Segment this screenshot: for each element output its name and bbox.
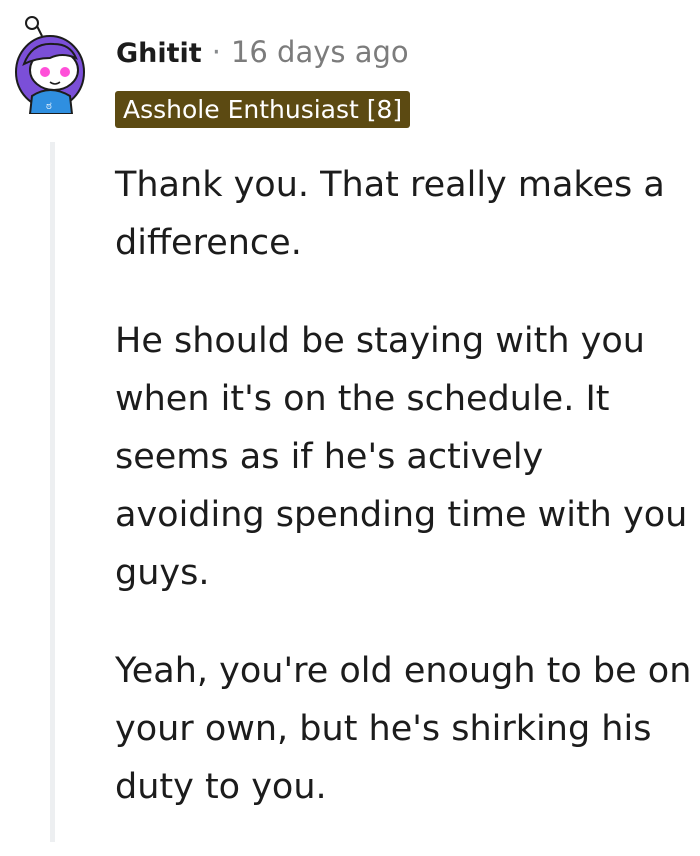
user-flair: Asshole Enthusiast [8] xyxy=(115,91,411,128)
snoo-avatar-icon: ಠ xyxy=(15,16,85,115)
meta-separator: · xyxy=(211,35,221,69)
comment-meta: Ghitit · 16 days ago xyxy=(116,30,409,76)
svg-text:ಠ: ಠ xyxy=(46,99,52,112)
user-avatar[interactable]: ಠ xyxy=(10,14,92,115)
thread-line[interactable] xyxy=(50,142,55,842)
comment-paragraph: Thank you. That really makes a differenc… xyxy=(115,165,665,263)
comment-timestamp[interactable]: 16 days ago xyxy=(231,30,409,74)
comment-body: Thank you. That really makes a differenc… xyxy=(115,156,695,856)
comment-paragraph: He should be staying with you when it's … xyxy=(115,321,688,593)
username-link[interactable]: Ghitit xyxy=(116,32,202,76)
comment-paragraph: Yeah, you're old enough to be on your ow… xyxy=(115,651,692,807)
